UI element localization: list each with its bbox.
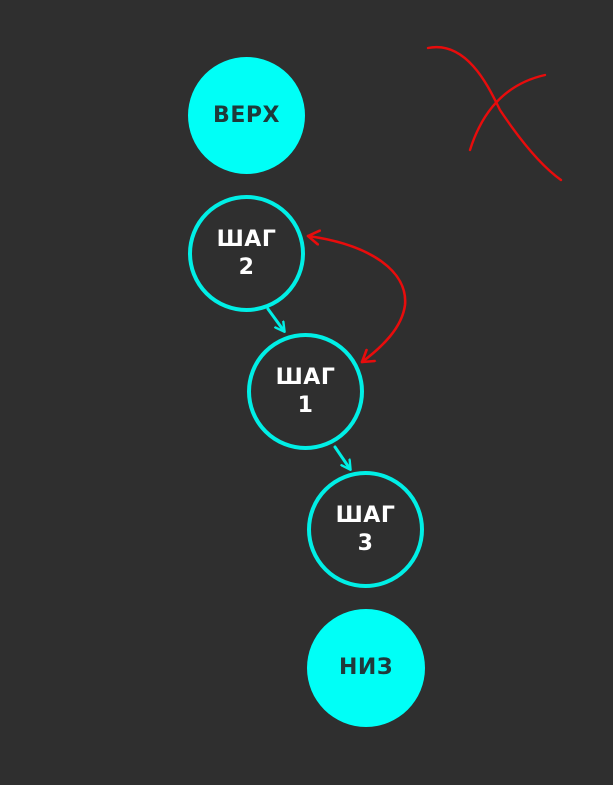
arrow-step1-to-step3 xyxy=(333,445,350,469)
step-2-node: ШАГ 2 xyxy=(188,195,305,312)
cross-mark xyxy=(426,45,563,182)
diagram-canvas: ВЕРХ ШАГ 2 ШАГ 1 ШАГ 3 НИЗ xyxy=(0,0,613,785)
step-1-node: ШАГ 1 xyxy=(247,333,364,450)
bottom-node: НИЗ xyxy=(307,609,425,727)
top-node-label: ВЕРХ xyxy=(213,102,280,128)
step-1-number: 1 xyxy=(297,392,314,418)
step-3-number: 3 xyxy=(357,530,374,556)
step-1-title: ШАГ xyxy=(275,364,336,390)
arrow-step2-to-step1 xyxy=(266,307,284,331)
step-3-node: ШАГ 3 xyxy=(307,471,424,588)
top-node: ВЕРХ xyxy=(188,57,305,174)
bottom-node-label: НИЗ xyxy=(339,655,393,680)
step-2-title: ШАГ xyxy=(216,226,277,252)
step-2-number: 2 xyxy=(238,254,255,280)
step-3-title: ШАГ xyxy=(335,502,396,528)
